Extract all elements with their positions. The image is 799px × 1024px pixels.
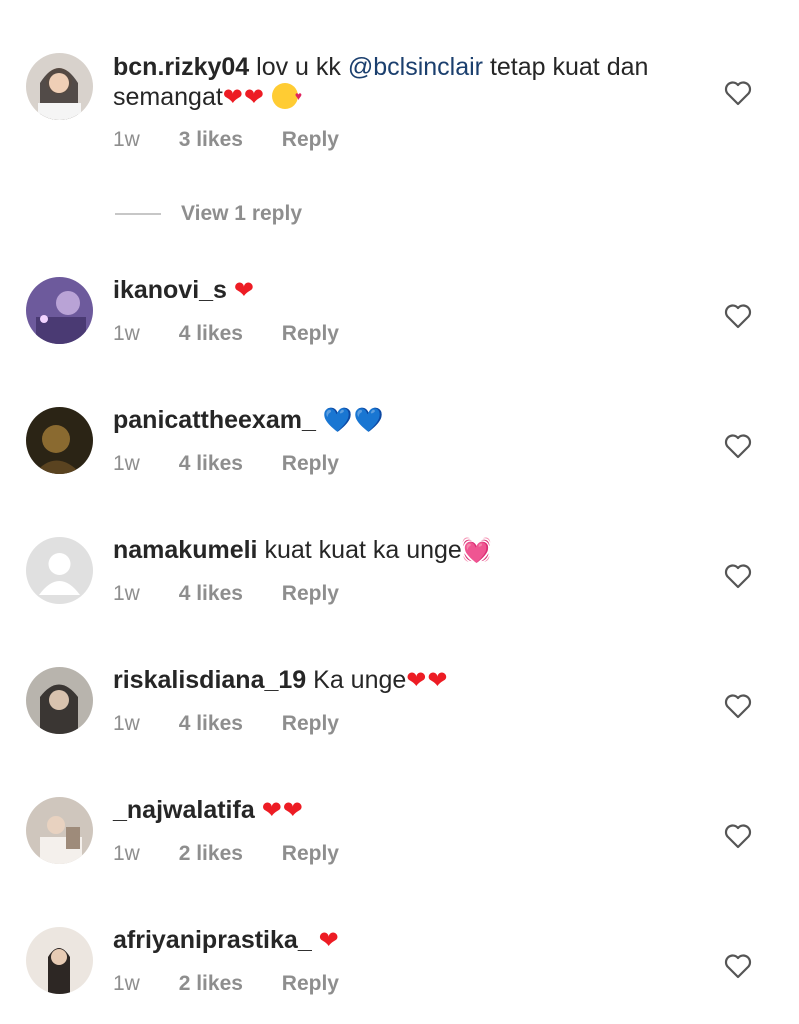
view-replies-button[interactable]: View 1 reply <box>115 199 302 229</box>
avatar[interactable] <box>26 53 93 120</box>
comment-time: 1w <box>113 452 140 475</box>
comment-username[interactable]: bcn.rizky04 <box>113 53 249 81</box>
avatar[interactable] <box>26 537 93 604</box>
reply-button[interactable]: Reply <box>282 582 339 605</box>
reply-button[interactable]: Reply <box>282 128 339 151</box>
comment-likes[interactable]: 3 likes <box>179 128 243 151</box>
heart-emoji: ❤❤ <box>261 797 304 824</box>
avatar[interactable] <box>26 407 93 474</box>
reply-button[interactable]: Reply <box>282 972 339 995</box>
view-replies-label[interactable]: View 1 reply <box>181 202 302 226</box>
kiss-emoji-icon <box>271 81 302 111</box>
heart-outline-icon[interactable] <box>724 433 752 459</box>
reply-button[interactable]: Reply <box>282 712 339 735</box>
comment-likes[interactable]: 4 likes <box>179 452 243 475</box>
avatar[interactable] <box>26 667 93 734</box>
reply-button[interactable]: Reply <box>282 322 339 345</box>
heart-outline-icon[interactable] <box>724 563 752 589</box>
comment-body: Ka unge <box>313 666 407 694</box>
comment-time: 1w <box>113 322 140 345</box>
heart-outline-icon[interactable] <box>724 303 752 329</box>
comment-username[interactable]: afriyaniprastika_ <box>113 926 312 954</box>
heart-emoji: ❤❤ <box>406 667 449 694</box>
comment-likes[interactable]: 4 likes <box>179 582 243 605</box>
comment-likes[interactable]: 4 likes <box>179 712 243 735</box>
comment-time: 1w <box>113 842 140 865</box>
pink-heart-emoji: 💓 <box>461 537 493 564</box>
comment-time: 1w <box>113 972 140 995</box>
comment-time: 1w <box>113 128 140 151</box>
comment-username[interactable]: riskalisdiana_19 <box>113 666 306 694</box>
avatar[interactable] <box>26 797 93 864</box>
reply-button[interactable]: Reply <box>282 452 339 475</box>
avatar[interactable] <box>26 277 93 344</box>
heart-outline-icon[interactable] <box>724 953 752 979</box>
heart-emoji: ❤ <box>233 277 256 304</box>
comment-time: 1w <box>113 582 140 605</box>
avatar[interactable] <box>26 927 93 994</box>
comment-username[interactable]: panicattheexam_ <box>113 406 316 434</box>
mention-link[interactable]: @bclsinclair <box>348 53 483 81</box>
heart-outline-icon[interactable] <box>724 80 752 106</box>
blue-heart-emoji: 💙💙 <box>322 407 385 434</box>
divider <box>115 213 161 215</box>
comment-username[interactable]: namakumeli <box>113 536 258 564</box>
comment-likes[interactable]: 2 likes <box>179 842 243 865</box>
comment-body: kuat kuat ka unge <box>264 536 462 564</box>
comment-likes[interactable]: 2 likes <box>179 972 243 995</box>
heart-emoji: ❤ <box>318 927 340 954</box>
comment-body: lov u kk <box>256 53 341 81</box>
comment-text: bcn.rizky04 lov u kk @bclsinclair tetap … <box>113 52 679 113</box>
heart-emoji: ❤❤ <box>222 84 266 111</box>
heart-outline-icon[interactable] <box>724 823 752 849</box>
comment-likes[interactable]: 4 likes <box>179 322 243 345</box>
comment-username[interactable]: _najwalatifa <box>113 796 255 824</box>
comment-time: 1w <box>113 712 140 735</box>
heart-outline-icon[interactable] <box>724 693 752 719</box>
reply-button[interactable]: Reply <box>282 842 339 865</box>
comment-username[interactable]: ikanovi_s <box>113 276 227 304</box>
